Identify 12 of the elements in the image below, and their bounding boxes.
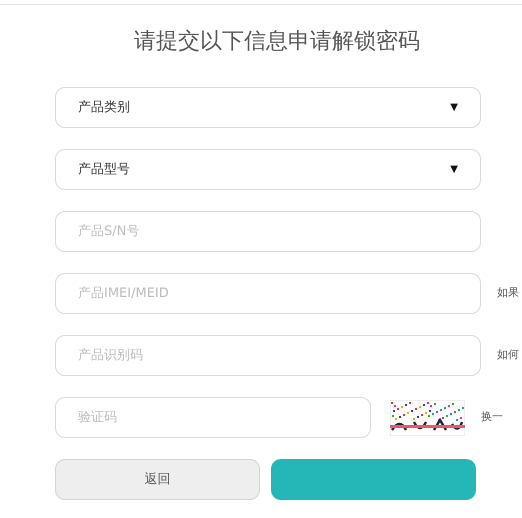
side-link-text[interactable]: 换一 (481, 409, 503, 426)
captcha-drawing[interactable] (390, 400, 465, 436)
side-link-text[interactable]: 如果 (497, 285, 519, 302)
page-title: 请提交以下信息申请解锁密码 (133, 28, 421, 56)
input-field[interactable]: 产品S/N号 (55, 211, 481, 252)
back-button[interactable]: 返回 (55, 459, 260, 500)
side-link-text[interactable]: 如何 (497, 347, 519, 364)
dropdown-field[interactable]: 产品类别 ▼ (55, 87, 481, 128)
input-field[interactable]: 产品IMEI/MEID (55, 273, 481, 314)
input-field[interactable]: 产品识别码 (55, 335, 481, 376)
captcha-field[interactable]: 验证码 (55, 397, 371, 438)
dropdown-field[interactable]: 产品型号 ▼ (55, 149, 481, 190)
